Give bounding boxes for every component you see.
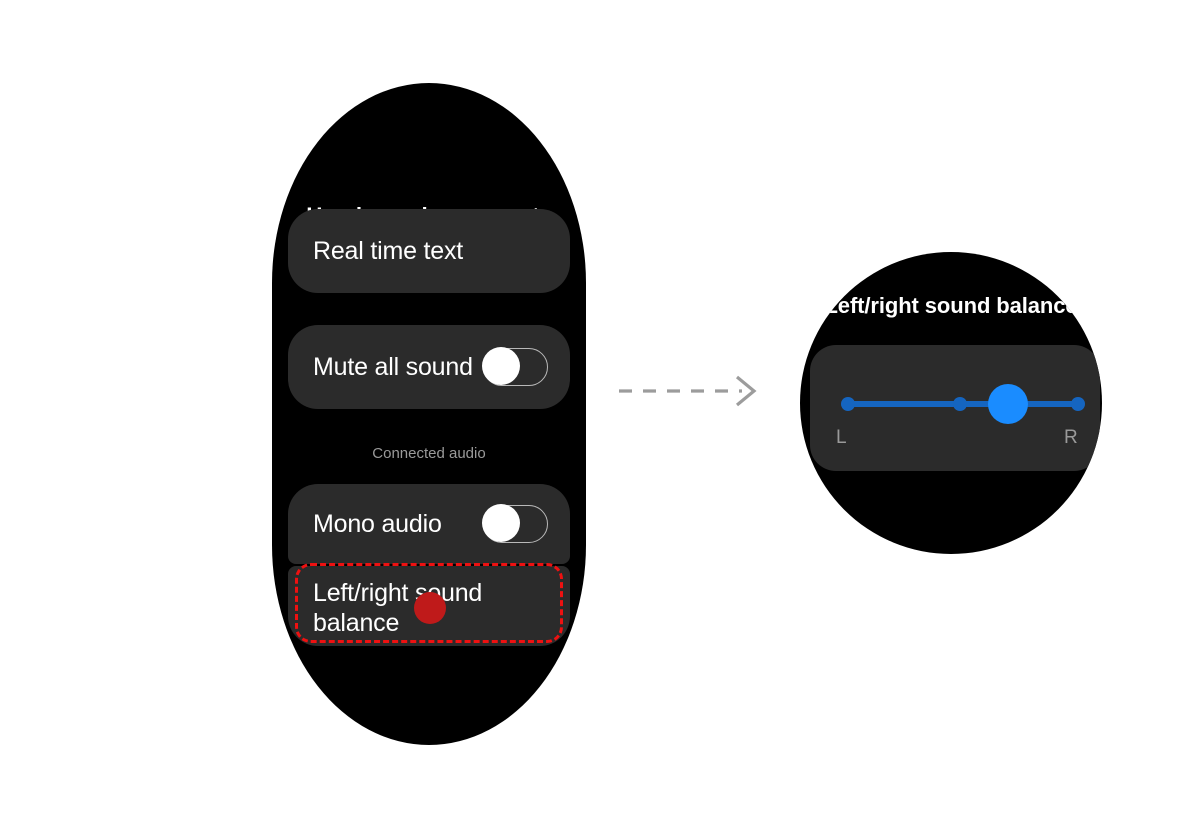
row-label-mono-audio: Mono audio (313, 510, 442, 538)
tap-point-indicator (414, 592, 446, 624)
page-title-right: Left/right sound balance (824, 293, 1078, 318)
slider-label-left: L (836, 427, 847, 448)
row-label-mute-all-sound: Mute all sound (313, 353, 473, 381)
slider-tick-left-icon (841, 397, 855, 411)
flow-arrow-icon (614, 370, 764, 412)
toggle-switch-mono-audio[interactable] (482, 504, 548, 543)
right-watch-device: Left/right sound balance L R (800, 252, 1102, 554)
slider-label-right: R (1064, 427, 1078, 448)
toggle-knob-icon (482, 347, 520, 385)
left-watch-device: Hearing enhencements Real time text Mute… (272, 83, 586, 745)
section-header-connected-audio: Connected audio (372, 445, 486, 462)
sound-balance-slider-card[interactable]: L R (810, 345, 1100, 471)
slider-thumb[interactable] (988, 384, 1028, 424)
row-real-time-text[interactable]: Real time text (288, 209, 570, 293)
row-mute-all-sound[interactable]: Mute all sound (288, 325, 570, 409)
slider-tick-right-icon (1071, 397, 1085, 411)
row-mono-audio[interactable]: Mono audio (288, 484, 570, 564)
toggle-switch-mute-all-sound[interactable] (482, 347, 548, 386)
row-label-real-time-text: Real time text (313, 237, 464, 265)
slider-tick-center-icon (953, 397, 967, 411)
toggle-knob-icon (482, 504, 520, 542)
